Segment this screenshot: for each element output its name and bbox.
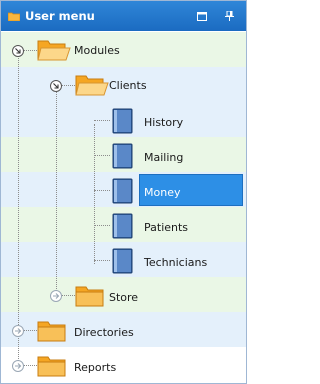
tree-label-directories: Directories xyxy=(74,326,134,339)
tree-label-technicians: Technicians xyxy=(144,256,208,269)
restore-window-button[interactable] xyxy=(194,8,210,24)
folder-open-icon xyxy=(75,75,109,96)
book-icon xyxy=(112,108,133,134)
reports-expand-toggle[interactable] xyxy=(12,360,24,372)
tree-line xyxy=(62,295,75,296)
pin-icon xyxy=(224,11,234,21)
tree-label-clients: Clients xyxy=(109,79,147,92)
book-icon xyxy=(112,248,133,274)
folder-open-icon xyxy=(37,40,71,61)
book-icon xyxy=(112,178,133,204)
tree-line xyxy=(94,225,110,226)
panel-title: User menu xyxy=(25,9,95,23)
title-bar: User menu xyxy=(1,1,246,31)
folder-icon xyxy=(37,356,66,377)
tree-line xyxy=(24,330,37,331)
tree-label-history: History xyxy=(144,116,184,129)
pin-button[interactable] xyxy=(221,8,237,24)
arrow-right-icon xyxy=(15,328,22,334)
tree-line xyxy=(94,155,110,156)
tree-line xyxy=(94,120,110,121)
tree-line xyxy=(94,124,95,264)
tree-line xyxy=(24,365,37,366)
folder-icon xyxy=(8,12,20,21)
tree-label-store: Store xyxy=(109,291,139,304)
menu-tree: Modules Clients History Mailing Money Pa… xyxy=(1,32,246,383)
clients-collapse-toggle[interactable] xyxy=(50,80,62,92)
tree-label-patients: Patients xyxy=(144,221,189,234)
restore-window-icon xyxy=(197,11,207,21)
book-icon xyxy=(112,143,133,169)
store-expand-toggle[interactable] xyxy=(50,290,62,302)
arrow-down-right-icon xyxy=(15,48,21,54)
tree-line xyxy=(56,91,57,299)
tree-line xyxy=(24,50,37,51)
user-menu-panel: User menu Modules Clients History Mailin… xyxy=(0,0,247,384)
tree-line xyxy=(62,85,75,86)
tree-line xyxy=(94,260,110,261)
arrow-down-right-icon xyxy=(53,83,59,89)
modules-collapse-toggle[interactable] xyxy=(12,45,24,57)
tree-line xyxy=(94,190,110,191)
arrow-right-icon xyxy=(53,293,60,299)
directories-expand-toggle[interactable] xyxy=(12,325,24,337)
tree-line xyxy=(18,56,19,369)
folder-icon xyxy=(37,321,66,342)
tree-label-mailing: Mailing xyxy=(144,151,184,164)
tree-label-reports: Reports xyxy=(74,361,117,374)
book-icon xyxy=(112,213,133,239)
folder-icon xyxy=(75,286,104,307)
tree-label-modules: Modules xyxy=(74,44,120,57)
tree-label-money: Money xyxy=(144,186,181,199)
arrow-right-icon xyxy=(15,363,22,369)
